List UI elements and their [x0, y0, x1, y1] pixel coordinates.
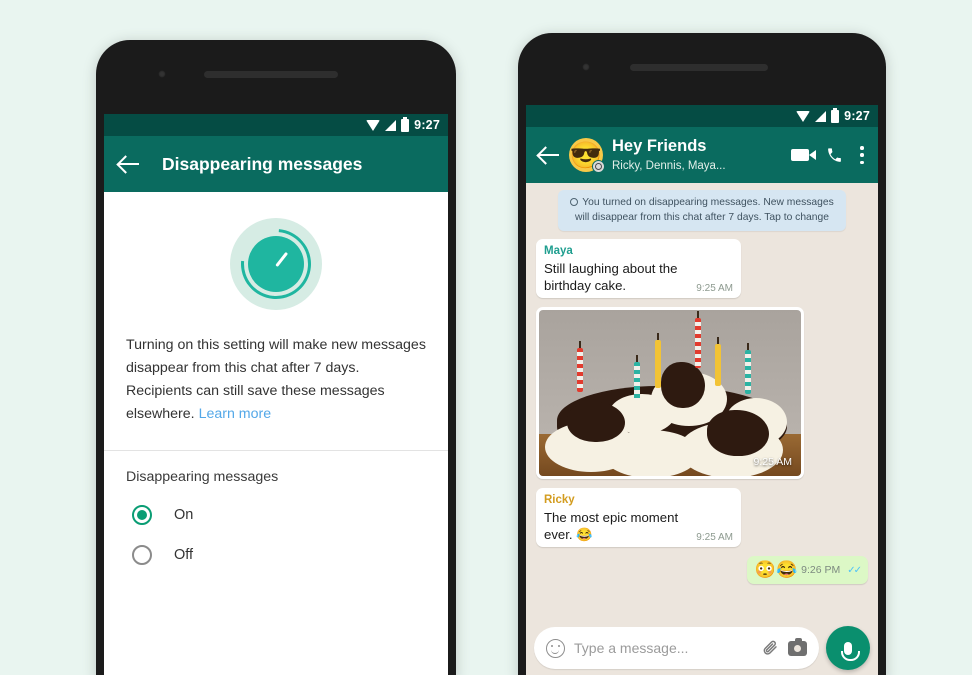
learn-more-link[interactable]: Learn more — [199, 406, 272, 422]
timer-hand — [275, 251, 288, 267]
front-camera-icon — [582, 63, 590, 71]
status-bar-left: 9:27 — [104, 114, 448, 136]
photo-candle — [715, 337, 721, 386]
chat-identity[interactable]: Hey Friends Ricky, Dennis, Maya... — [612, 137, 782, 174]
microphone-icon — [840, 641, 860, 661]
back-arrow-icon[interactable] — [118, 153, 140, 175]
camera-icon[interactable] — [788, 637, 807, 656]
chat-participants: Ricky, Dennis, Maya... — [612, 159, 726, 172]
battery-icon — [401, 116, 410, 132]
app-bar-left: Disappearing messages — [104, 136, 448, 192]
signal-icon — [815, 110, 827, 122]
radio-label-on: On — [174, 507, 194, 523]
photo-chocolate — [707, 410, 769, 456]
photo-candle — [634, 355, 640, 400]
photo-candle — [655, 333, 661, 388]
smiley-icon[interactable] — [546, 638, 565, 658]
photo-candle — [745, 343, 751, 394]
microphone-button[interactable] — [826, 626, 870, 670]
radio-label-off: Off — [174, 547, 194, 563]
photo-candle — [577, 341, 583, 392]
status-bar-time: 9:27 — [414, 118, 440, 132]
system-message-text: You turned on disappearing messages. New… — [575, 197, 834, 223]
description-text: Turning on this setting will make new me… — [104, 310, 448, 426]
chat-actions — [791, 146, 868, 164]
message-input-placeholder[interactable]: Type a message... — [574, 640, 752, 656]
earpiece-speaker — [630, 64, 768, 71]
earpiece-speaker — [204, 71, 338, 78]
message-time: 9:26 PM — [801, 564, 841, 576]
radio-button-on[interactable] — [132, 505, 152, 525]
timer-icon — [570, 198, 579, 206]
screenshot-stage: 9:27 Disappearing messages Turning on th… — [0, 0, 972, 675]
phone-device-left: 9:27 Disappearing messages Turning on th… — [96, 40, 456, 675]
message-input-pill[interactable]: Type a message... — [534, 627, 819, 669]
chat-app-bar: 😎 Hey Friends Ricky, Dennis, Maya... — [526, 127, 878, 183]
status-bar-right: 9:27 — [526, 105, 878, 127]
photo-chocolate — [661, 362, 705, 408]
message-emojis: 😳😂 — [754, 560, 798, 579]
status-bar-time: 9:27 — [844, 109, 870, 123]
voice-call-icon[interactable] — [826, 147, 843, 164]
timer-disc — [248, 236, 304, 292]
message-input-bar: Type a message... — [526, 623, 878, 675]
birthday-cake-photo[interactable]: 9:25 AM — [539, 310, 801, 476]
disappearing-messages-body: Turning on this setting will make new me… — [104, 192, 448, 675]
message-bubble-ricky[interactable]: Ricky The most epic moment ever. 😂 9:25 … — [536, 488, 741, 547]
overflow-menu-icon[interactable] — [860, 146, 864, 164]
message-bubble-outgoing[interactable]: 😳😂 9:26 PM ✓✓ — [746, 556, 868, 584]
avatar[interactable]: 😎 — [569, 138, 605, 173]
wifi-icon — [796, 110, 811, 122]
sender-name: Maya — [544, 245, 573, 257]
radio-button-off[interactable] — [132, 545, 152, 565]
page-title: Disappearing messages — [162, 153, 363, 174]
system-message-bubble[interactable]: You turned on disappearing messages. New… — [558, 190, 846, 231]
video-call-icon[interactable] — [791, 149, 816, 161]
wifi-icon — [366, 119, 381, 131]
phone-device-right: 9:27 😎 Hey Friends Ricky, Dennis, Maya..… — [518, 33, 886, 675]
hero-icon-wrap — [104, 192, 448, 314]
message-bubble-maya[interactable]: Maya Still laughing about the birthday c… — [536, 239, 741, 298]
timer-badge-icon — [592, 160, 605, 173]
photo-chocolate — [567, 402, 625, 442]
sender-name: Ricky — [544, 494, 575, 506]
phone-screen-left: 9:27 Disappearing messages Turning on th… — [104, 114, 448, 675]
paperclip-icon[interactable] — [761, 639, 779, 657]
section-label: Disappearing messages — [126, 469, 279, 485]
back-arrow-icon[interactable] — [538, 144, 560, 166]
disappearing-timer-icon — [226, 214, 326, 314]
battery-icon — [831, 107, 840, 123]
chat-message-list[interactable]: You turned on disappearing messages. New… — [526, 183, 878, 675]
signal-icon — [385, 119, 397, 131]
message-bubble-photo[interactable]: 9:25 AM — [536, 307, 804, 479]
phone-screen-right: 9:27 😎 Hey Friends Ricky, Dennis, Maya..… — [526, 105, 878, 675]
front-camera-icon — [158, 70, 166, 78]
radio-option-off[interactable]: Off — [104, 525, 448, 565]
photo-candle — [695, 311, 701, 368]
description-body: Turning on this setting will make new me… — [126, 337, 426, 422]
photo-time: 9:25 AM — [753, 456, 792, 468]
read-receipt-icon: ✓✓ — [847, 564, 862, 576]
radio-option-on[interactable]: On — [104, 485, 448, 525]
chat-title: Hey Friends — [612, 136, 707, 155]
message-time: 9:25 AM — [696, 283, 733, 294]
message-time: 9:25 AM — [696, 532, 733, 543]
